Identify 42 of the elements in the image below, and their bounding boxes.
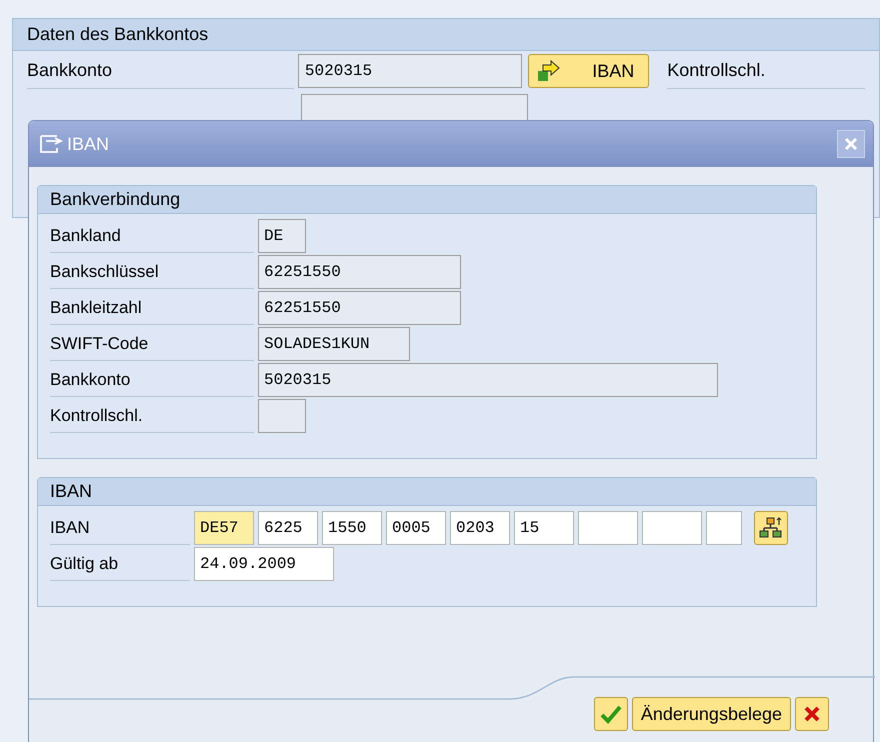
hierarchy-icon bbox=[759, 516, 783, 540]
input-field[interactable] bbox=[706, 511, 742, 545]
change-documents-button[interactable]: Änderungsbelege bbox=[632, 697, 791, 731]
input-field[interactable]: 0203 bbox=[450, 511, 510, 545]
cancel-button[interactable] bbox=[795, 697, 829, 731]
input-field[interactable] bbox=[578, 511, 638, 545]
input-field[interactable]: 6225 bbox=[258, 511, 318, 545]
field-label: Kontrollschl. bbox=[667, 53, 865, 89]
input-field[interactable] bbox=[642, 511, 702, 545]
field-label: Gültig ab bbox=[50, 547, 190, 581]
input-field[interactable]: 24.09.2009 bbox=[194, 547, 334, 581]
input-field[interactable]: 1550 bbox=[322, 511, 382, 545]
input-field[interactable]: 62251550 bbox=[258, 255, 461, 289]
field-label: Bankleitzahl bbox=[50, 291, 254, 325]
field-label: IBAN bbox=[50, 511, 190, 545]
close-button[interactable] bbox=[837, 130, 865, 158]
group-title: Bankverbindung bbox=[38, 186, 816, 214]
confirm-button[interactable] bbox=[594, 697, 628, 731]
field-label: Bankschlüssel bbox=[50, 255, 254, 289]
input-field[interactable]: 5020315 bbox=[298, 54, 522, 88]
input-field[interactable]: 15 bbox=[514, 511, 574, 545]
window-icon bbox=[39, 134, 65, 154]
hierarchy-button[interactable] bbox=[754, 511, 788, 545]
input-field[interactable]: 5020315 bbox=[258, 363, 718, 397]
input-field[interactable] bbox=[258, 399, 306, 433]
iban-button[interactable]: IBAN bbox=[528, 54, 650, 88]
panel-title: Daten des Bankkontos bbox=[13, 19, 879, 51]
input-field[interactable]: 0005 bbox=[386, 511, 446, 545]
field-label: Bankland bbox=[50, 219, 254, 253]
field-label: Kontrollschl. bbox=[50, 399, 254, 433]
input-field[interactable]: DE57 bbox=[194, 511, 254, 545]
input-field[interactable]: 62251550 bbox=[258, 291, 461, 325]
cross-icon bbox=[803, 705, 821, 723]
checkmark-icon bbox=[600, 704, 622, 724]
field-label: Bankkonto bbox=[50, 363, 254, 397]
dialog-title: IBAN bbox=[67, 132, 110, 156]
field-label: Bankkonto bbox=[27, 53, 294, 89]
group-title: IBAN bbox=[38, 478, 816, 506]
input-field[interactable]: SOLADES1KUN bbox=[258, 327, 410, 361]
close-icon bbox=[844, 137, 858, 151]
input-field[interactable]: DE bbox=[258, 219, 306, 253]
field-label: SWIFT-Code bbox=[50, 327, 254, 361]
